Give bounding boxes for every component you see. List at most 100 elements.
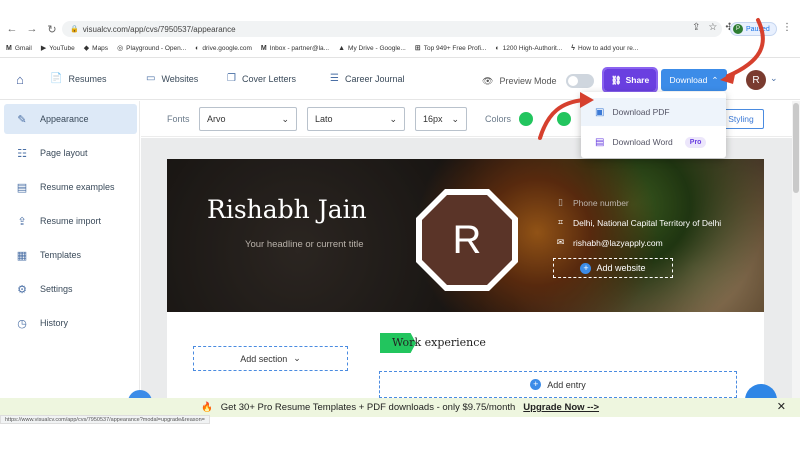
word-icon: ▤ [595,136,605,148]
phone-value: Phone number [573,197,629,208]
websites-icon: ▭ [146,73,156,84]
sidebar: ✎ Appearance ☷ Page layout ▤ Resume examples ⇪… [0,101,140,398]
fire-icon: 🔥 [200,402,213,413]
bookmark-item[interactable]: ▲ My Drive - Google... [338,45,406,52]
preview-label: Preview Mode [499,76,557,86]
add-entry-label: Add entry [547,379,586,390]
share-button[interactable]: ⛓ Share [602,67,658,93]
contact-email[interactable]: ✉ rishabh@lazyapply.com [555,237,663,248]
primary-font-select[interactable]: Arvo ⌄ [199,107,297,131]
bookmark-item[interactable]: M Gmail [6,45,32,52]
resume-name[interactable]: Rishabh Jain [207,195,367,224]
nav-label: Cover Letters [241,73,296,84]
address-bar[interactable]: 🔒 visualcv.com/app/cvs/7950537/appearanc… [62,21,722,37]
bookmarks-bar: M Gmail ▶ YouTube ◆ Maps ◎ Playground - Open...… [0,40,800,56]
plus-icon: + [530,379,542,390]
bookmark-label: Inbox - partner@la... [269,44,330,52]
add-section-button[interactable]: Add section ⌄ [193,346,348,371]
contact-location[interactable]: ⌗ Delhi, National Capital Territory of D… [555,217,721,228]
lock-icon: 🔒 [70,26,79,33]
download-menu: ▣ Download PDF ▤ Download Word Pro [581,92,726,158]
reload-icon[interactable]: ↻ [44,21,60,37]
profile-photo[interactable]: R [414,187,520,293]
share-page-icon[interactable]: ⇪ [692,22,700,33]
fonts-label: Fonts [167,114,190,124]
profile-avatar-icon: P [733,24,743,34]
sidebar-item-label: History [40,318,69,328]
secondary-font-select[interactable]: Lato ⌄ [307,107,405,131]
browser-chrome: ← → ↻ 🔒 visualcv.com/app/cvs/7950537/app… [0,18,800,58]
download-pdf-item[interactable]: ▣ Download PDF [581,98,726,126]
resume-headline[interactable]: Your headline or current title [245,239,363,250]
sidebar-item-settings[interactable]: ⚙ Settings [4,274,137,304]
bookmark-item[interactable]: ◐ drive.google.com [195,45,252,52]
bookmark-icon: ϟ [571,44,575,52]
page-scrollbar[interactable] [792,101,800,398]
preview-mode: 👁 Preview Mode [482,74,595,88]
chevron-up-icon: ⌃ [711,74,719,85]
sidebar-item-page-layout[interactable]: ☷ Page layout [4,138,137,168]
sidebar-item-label: Templates [40,250,82,260]
bookmark-item[interactable]: ◎ Playground - Open... [117,44,187,53]
resume-banner[interactable]: Rishabh Jain Your headline or current ti… [167,159,764,312]
download-word-item[interactable]: ▤ Download Word Pro [581,128,726,156]
preview-toggle[interactable] [566,74,595,88]
font-size-select[interactable]: 16px ⌄ [415,107,467,131]
contact-phone[interactable]: ▯ Phone number [555,197,629,208]
profile-status: Paused [746,25,770,33]
back-icon[interactable]: ← [4,21,20,37]
sidebar-icon: ▤ [16,181,28,194]
browser-menu-icon[interactable]: ⋮ [782,22,792,33]
sidebar-item-label: Appearance [40,114,89,124]
download-word-label: Download Word [612,137,673,147]
nav-cover-letters[interactable]: ❐ Cover Letters [227,73,296,84]
bookmark-item[interactable]: ▶ YouTube [41,44,75,53]
bookmark-label: 1200 High-Authorit... [502,44,563,52]
work-experience-title[interactable]: Work experience [392,336,486,349]
sidebar-item-history[interactable]: ◷ History [4,308,137,338]
add-website-label: Add website [596,263,646,273]
location-value: Delhi, National Capital Territory of Del… [573,217,722,228]
chevron-down-icon: ⌄ [451,113,459,124]
nav-websites[interactable]: ▭ Websites [146,73,198,84]
add-website-button[interactable]: + Add website [553,258,673,278]
chevron-down-icon: ⌄ [389,113,397,124]
share-label: Share [625,75,650,85]
status-url: https://www.visualcv.com/app/cvs/7950537… [0,415,210,424]
scrollbar-thumb[interactable] [793,103,799,193]
bookmark-icon: ◐ [495,44,500,52]
bookmark-star-icon[interactable]: ☆ [708,22,717,33]
user-avatar[interactable]: R [746,70,766,90]
nav-career-journal[interactable]: ☰ Career Journal [330,73,405,84]
chevron-down-icon[interactable]: ⌄ [770,73,778,84]
sidebar-item-templates[interactable]: ▦ Templates [4,240,137,270]
home-icon[interactable]: ⌂ [16,72,24,87]
nav-label: Websites [161,73,199,84]
close-icon[interactable]: ✕ [777,400,786,413]
color-swatch[interactable] [557,112,571,126]
colors-label: Colors [485,114,512,124]
sidebar-item-resume-import[interactable]: ⇪ Resume import [4,206,137,236]
bookmark-icon: ◎ [117,45,124,52]
download-button[interactable]: Download ⌃ [661,69,727,91]
resume-page: Rishabh Jain Your headline or current ti… [167,159,764,398]
profile-paused-button[interactable]: P Paused [730,22,777,36]
select-value: Arvo [207,114,226,124]
sidebar-item-resume-examples[interactable]: ▤ Resume examples [4,172,137,202]
eye-icon: 👁 [482,75,494,86]
bookmark-label: Playground - Open... [126,44,187,52]
upgrade-link[interactable]: Upgrade Now --> [523,402,599,413]
bookmark-icon: ◆ [83,45,90,52]
bookmark-item[interactable]: ◐ 1200 High-Authorit... [495,45,562,52]
forward-icon[interactable]: → [24,21,40,37]
nav-resumes[interactable]: 📄 Resumes [50,73,106,84]
bookmark-item[interactable]: ⊞ Top 949+ Free Profi... [415,44,487,53]
color-swatch[interactable] [519,112,533,126]
sidebar-icon: ▦ [16,249,28,262]
bookmark-item[interactable]: M Inbox - partner@la... [261,45,329,52]
bookmark-item[interactable]: ϟ How to add your re... [571,45,638,52]
add-entry-button[interactable]: + Add entry [379,371,737,398]
add-section-label: Add section [240,353,288,364]
bookmark-item[interactable]: ◆ Maps [83,44,108,53]
sidebar-item-appearance[interactable]: ✎ Appearance [4,104,137,134]
